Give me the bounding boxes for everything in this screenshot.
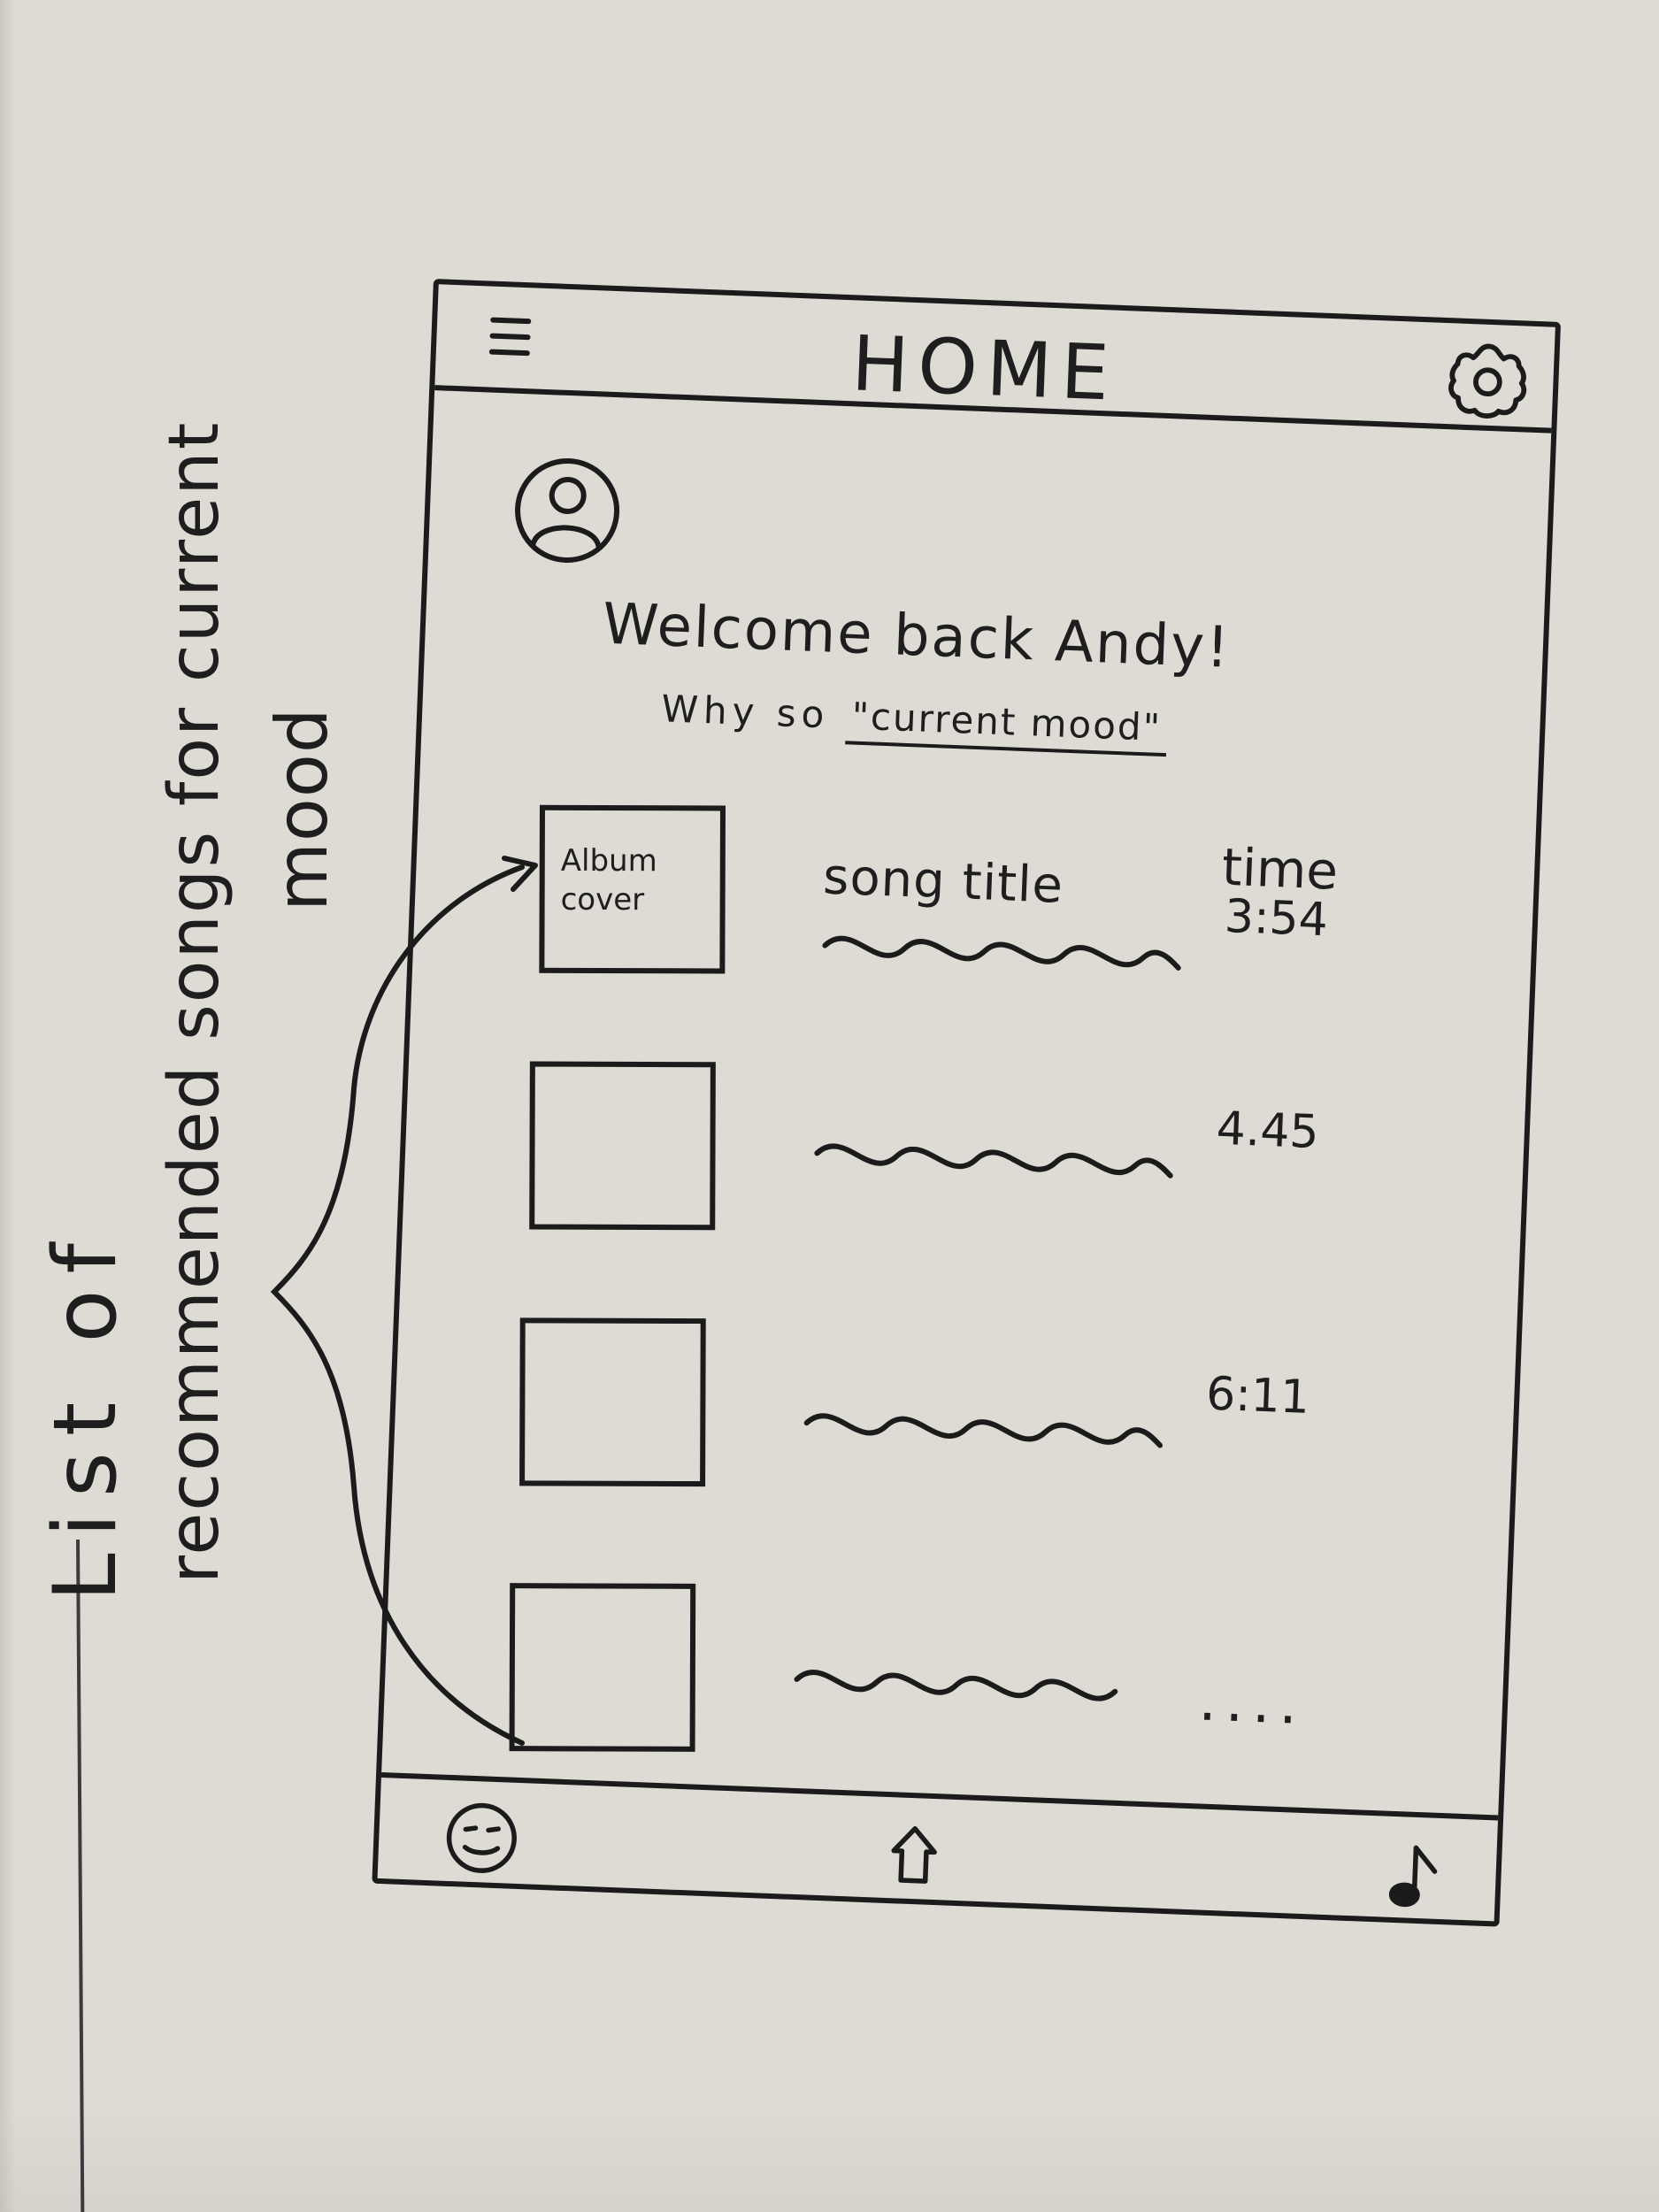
mood-prefix: Why so [660,687,831,737]
annotation-line-2: recommended songs for current [155,420,234,1584]
song-row[interactable]: Album cover song title time 3:54 [535,802,1497,1024]
phone-mockup: HOME Welcome back Andy! Why so "current … [372,279,1562,1927]
song-duration: 6:11 [1205,1367,1311,1425]
smiley-icon[interactable] [440,1796,524,1880]
welcome-message: Welcome back Andy! [601,591,1233,681]
home-icon[interactable] [881,1813,946,1897]
song-duration: 4.45 [1215,1102,1320,1160]
song-title: song title [822,848,1065,915]
song-row[interactable]: 4.45 [526,1058,1487,1280]
more-songs-indicator: .... [1197,1668,1308,1739]
menu-icon[interactable] [488,317,532,360]
album-cover[interactable]: Album cover [539,804,726,974]
album-cover[interactable] [509,1583,696,1752]
album-cover[interactable] [529,1061,716,1231]
current-mood-link[interactable]: "current mood" [845,694,1168,757]
album-cover[interactable] [519,1317,706,1487]
page-title: HOME [849,319,1120,419]
music-note-icon[interactable] [1375,1832,1448,1916]
song-duration: 3:54 [1223,889,1329,948]
song-title-placeholder [794,1670,1118,1701]
user-icon[interactable] [508,451,627,571]
mood-prompt: Why so "current mood" [660,687,1168,757]
album-cover-label: Album cover [560,842,657,918]
notebook-margin-line [76,1539,85,2212]
song-row[interactable]: .... [506,1580,1468,1802]
song-title-placeholder [803,1413,1163,1448]
song-title-placeholder [814,1143,1173,1179]
app-topbar: HOME [434,284,1555,434]
song-artist-placeholder [822,935,1181,971]
recommended-songs-list: Album cover song title time 3:54 4.45 6:… [504,802,1497,1829]
annotation-line-1: List of [35,1227,136,1601]
song-row[interactable]: 6:11 [516,1315,1478,1537]
gear-icon[interactable] [1444,336,1532,425]
